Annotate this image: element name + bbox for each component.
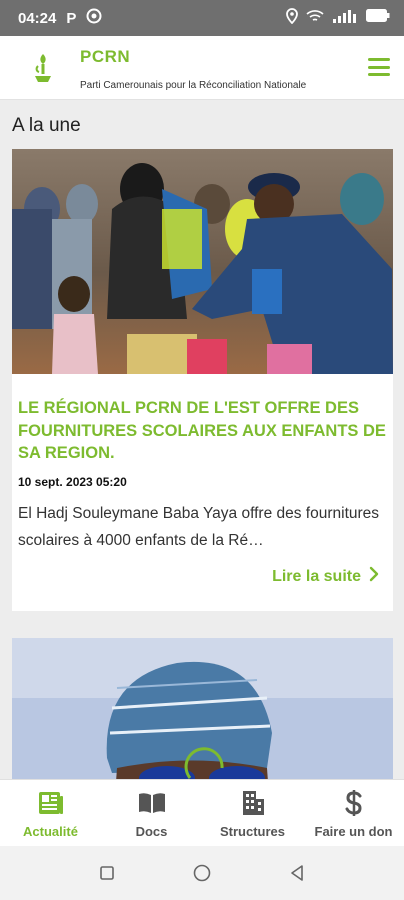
chevron-right-icon xyxy=(369,566,379,587)
nav-faire-un-don[interactable]: Faire un don xyxy=(303,780,404,846)
location-icon xyxy=(286,7,298,29)
app-header: PCRN Parti Camerounais pour la Réconcili… xyxy=(0,36,404,100)
nav-structures[interactable]: Structures xyxy=(202,780,303,846)
read-more-link[interactable]: Lire la suite xyxy=(272,566,379,587)
nav-label: Structures xyxy=(219,824,286,839)
newspaper-icon xyxy=(38,790,64,816)
article-card[interactable]: LE RÉGIONAL PCRN DE L'EST OFFRE DES FOUR… xyxy=(12,149,393,611)
article-photo[interactable] xyxy=(12,149,393,374)
nav-label: Docs xyxy=(135,824,168,839)
back-icon[interactable] xyxy=(285,861,309,885)
building-icon xyxy=(241,790,265,816)
status-app-letter: P xyxy=(66,9,77,27)
article-date: 10 sept. 2023 05:20 xyxy=(18,475,127,489)
article-card[interactable] xyxy=(12,638,393,779)
battery-icon xyxy=(366,9,390,27)
nav-label: Actualité xyxy=(23,824,78,839)
bottom-navigation: Actualité Docs Structures Faire un don xyxy=(0,779,404,846)
home-icon[interactable] xyxy=(190,861,214,885)
system-navigation-bar xyxy=(0,846,404,900)
nav-label: Faire un don xyxy=(314,824,393,839)
nav-actualite[interactable]: Actualité xyxy=(0,780,101,846)
status-time: 04:24 xyxy=(18,9,57,27)
main-content[interactable]: A la une LE RÉGIONAL PCRN DE L'EST OFFRE… xyxy=(0,101,404,779)
nav-docs[interactable]: Docs xyxy=(101,780,202,846)
wifi-icon xyxy=(306,9,324,28)
status-bar: 04:24 P xyxy=(0,0,404,36)
book-icon xyxy=(138,790,166,816)
dollar-icon xyxy=(345,790,363,816)
article-photo[interactable] xyxy=(12,638,393,779)
party-logo-icon xyxy=(30,52,56,84)
status-app-icon xyxy=(86,8,102,29)
section-title: A la une xyxy=(12,115,81,136)
recent-apps-icon[interactable] xyxy=(95,861,119,885)
app-title: PCRN xyxy=(80,47,131,66)
signal-icon xyxy=(332,9,358,28)
read-more-label: Lire la suite xyxy=(272,567,361,585)
hamburger-menu-icon[interactable] xyxy=(368,58,390,76)
article-excerpt: El Hadj Souleymane Baba Yaya offre des f… xyxy=(18,505,380,549)
article-headline[interactable]: LE RÉGIONAL PCRN DE L'EST OFFRE DES FOUR… xyxy=(18,397,386,465)
app-subtitle: Parti Camerounais pour la Réconciliation… xyxy=(80,80,307,91)
